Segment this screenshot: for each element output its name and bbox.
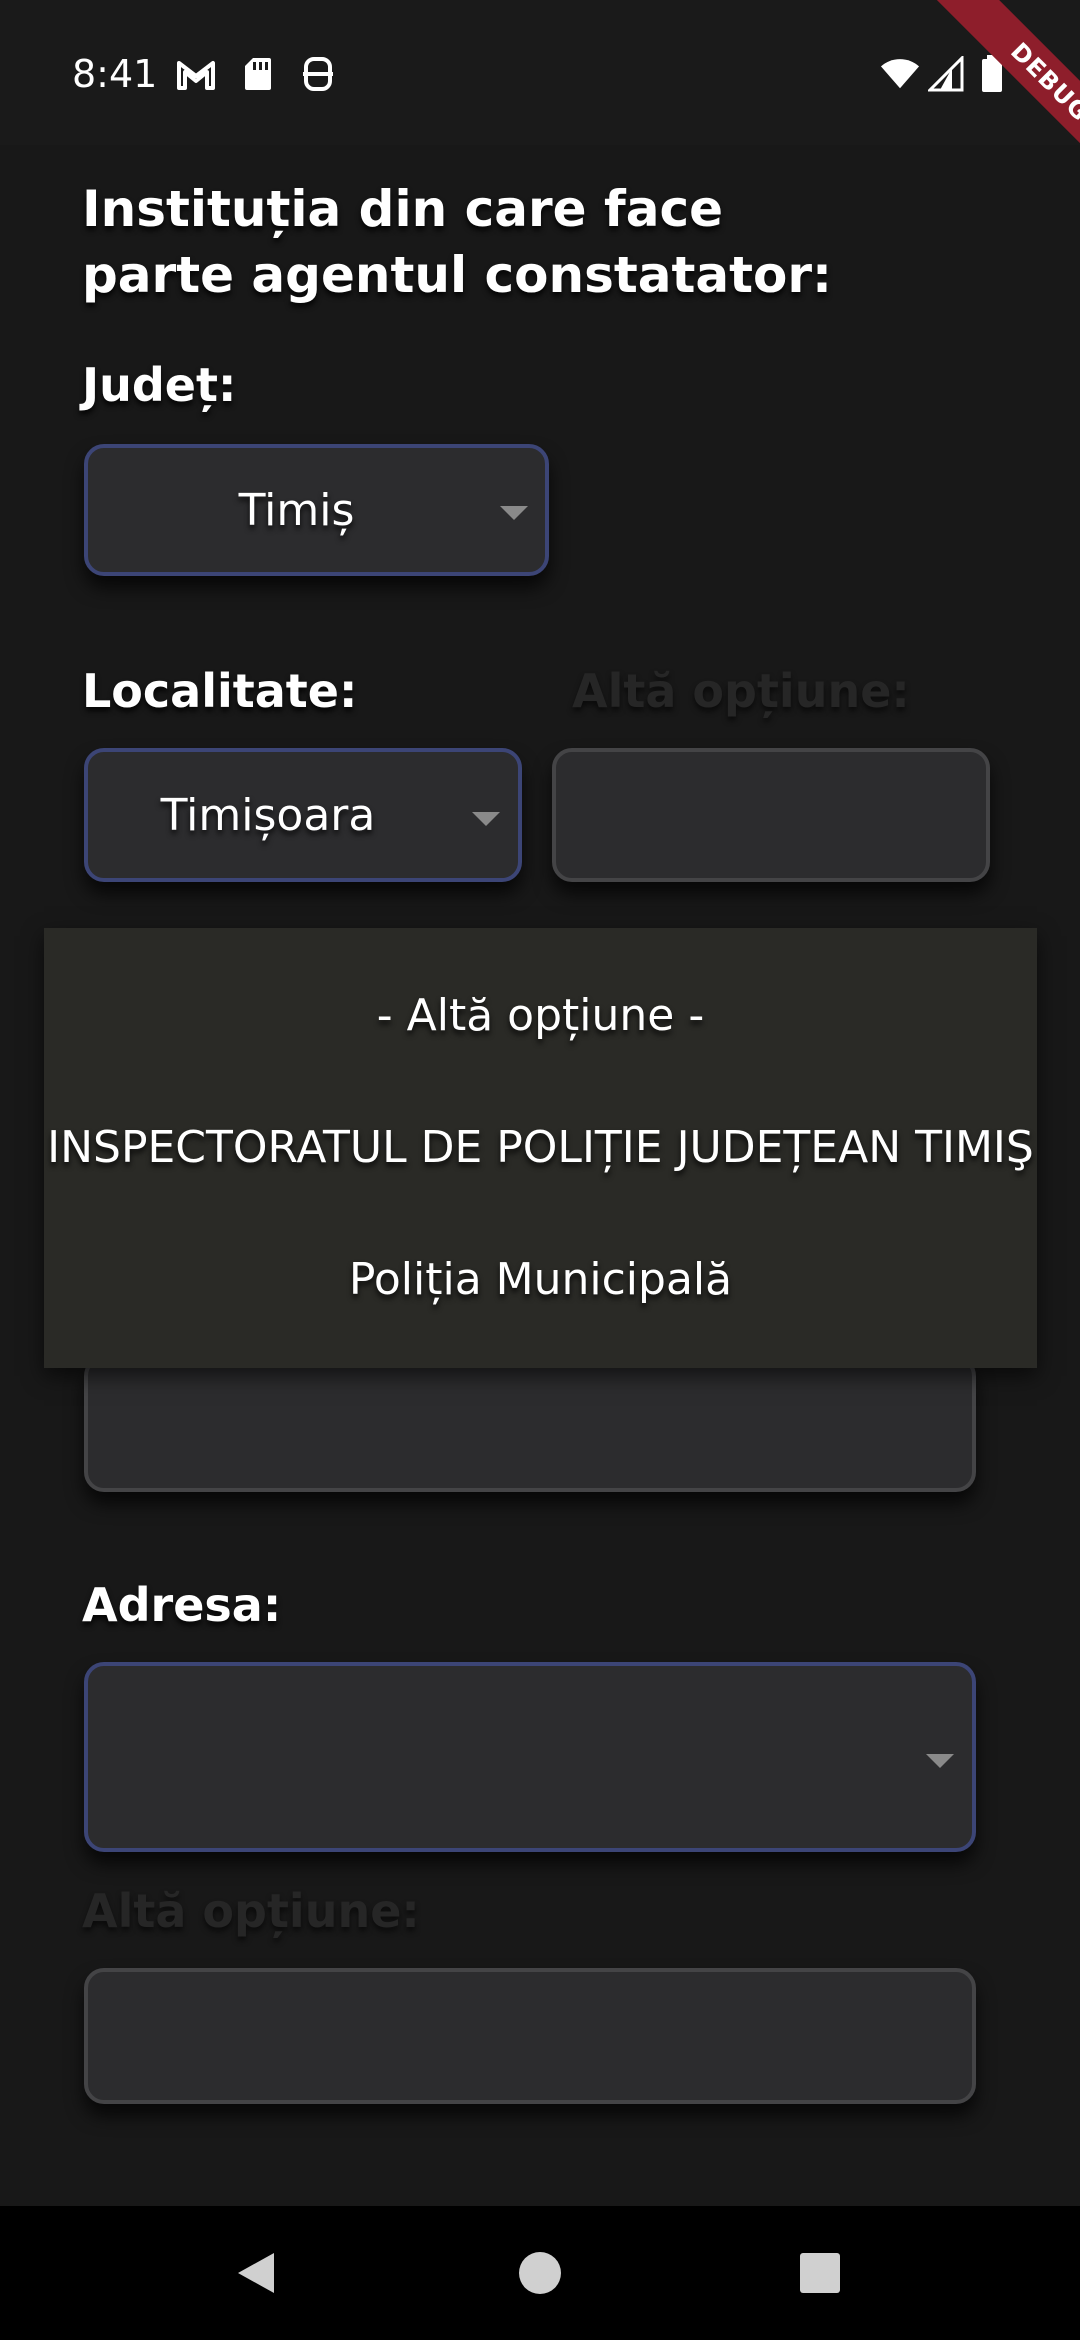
home-button[interactable]	[480, 2206, 600, 2340]
alta-optiune-label: Altă opțiune:	[572, 664, 910, 718]
recents-square-icon	[800, 2253, 840, 2293]
status-bar: 8:41	[0, 0, 1080, 145]
assistant-icon	[298, 54, 338, 94]
localitate-dropdown[interactable]: Timișoara	[84, 748, 522, 882]
wifi-icon	[880, 54, 920, 94]
home-circle-icon	[519, 2252, 561, 2294]
chevron-down-icon	[500, 506, 528, 520]
back-triangle-icon	[238, 2253, 274, 2293]
sd-card-icon	[238, 54, 278, 94]
signal-icon	[926, 54, 966, 94]
localitate-value: Timișoara	[160, 789, 376, 841]
institutie-alta-optiune-input[interactable]	[84, 1356, 976, 1492]
chevron-down-icon	[926, 1754, 954, 1768]
adresa-dropdown[interactable]	[84, 1662, 976, 1852]
back-button[interactable]	[196, 2206, 316, 2340]
judet-dropdown[interactable]: Timiș	[84, 444, 549, 576]
adresa-label: Adresa:	[82, 1578, 282, 1632]
menu-item-alta-optiune[interactable]: - Altă opțiune -	[44, 990, 1037, 1041]
adresa-alta-optiune-input[interactable]	[84, 1968, 976, 2104]
judet-value: Timiș	[238, 484, 355, 536]
adresa-alta-optiune-label: Altă opțiune:	[82, 1884, 420, 1938]
section-heading: Instituția din care face parte agentul c…	[82, 180, 833, 304]
navigation-bar	[0, 2206, 1080, 2340]
gmail-icon	[176, 54, 216, 94]
chevron-down-icon	[472, 812, 500, 826]
menu-item-ipj-timis[interactable]: INSPECTORATUL DE POLIȚIE JUDEȚEAN TIMIŞ	[44, 1122, 1037, 1173]
alta-optiune-input[interactable]	[552, 748, 990, 882]
menu-item-politia-municipala[interactable]: Poliția Municipală	[44, 1254, 1037, 1305]
recents-button[interactable]	[760, 2206, 880, 2340]
localitate-label: Localitate:	[82, 664, 358, 718]
status-time: 8:41	[72, 52, 158, 96]
institutie-dropdown-menu: - Altă opțiune - INSPECTORATUL DE POLIȚI…	[44, 928, 1037, 1368]
judet-label: Județ:	[82, 358, 237, 412]
